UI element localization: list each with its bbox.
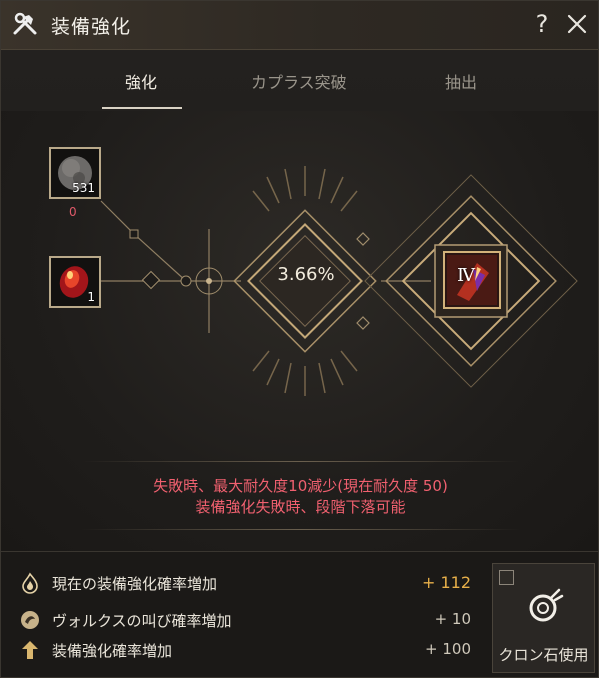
help-button[interactable]: ? bbox=[531, 10, 553, 38]
bonus-enhance-label: 装備強化確率増加 bbox=[52, 642, 173, 660]
tab-enhance[interactable]: 強化 bbox=[125, 69, 157, 93]
warning-durability: 失敗時、最大耐久度10減少(現在耐久度 50) bbox=[153, 477, 448, 495]
tab-caphras[interactable]: カプラス突破 bbox=[251, 69, 347, 93]
enhancement-window: 装備強化 ? 強化 カプラス突破 抽出 531 0 1 3.66% Ⅳ 失敗時、… bbox=[0, 0, 599, 678]
success-chance: 3.66% bbox=[277, 264, 335, 285]
target-grade-label: Ⅳ bbox=[457, 265, 475, 286]
black-stone-required: 0 bbox=[69, 205, 77, 219]
bonus-total-row: 現在の装備強化確率増加 + 112 bbox=[19, 570, 481, 596]
window-title: 装備強化 bbox=[51, 16, 132, 38]
cron-stone-button[interactable]: クロン石使用 bbox=[492, 563, 595, 673]
cron-stone-label: クロン石使用 bbox=[498, 646, 589, 664]
tab-bar: 強化 カプラス突破 抽出 bbox=[1, 49, 598, 112]
bonus-vell-label: ヴォルクスの叫び確率増加 bbox=[52, 612, 232, 630]
close-icon[interactable] bbox=[564, 10, 590, 38]
up-arrow-icon bbox=[22, 641, 38, 659]
warning-divider-bottom bbox=[81, 529, 521, 530]
bonus-enhance-row: 装備強化確率増加 + 100 bbox=[19, 637, 481, 663]
vell-cry-icon bbox=[21, 611, 39, 629]
crystal-count: 1 bbox=[87, 290, 95, 304]
cron-stone-checkbox[interactable] bbox=[499, 570, 514, 585]
bonus-vell-row: ヴォルクスの叫び確率増加 + 10 bbox=[19, 607, 481, 633]
title-bar[interactable]: 装備強化 ? bbox=[1, 1, 598, 50]
material-slot-black-stone[interactable]: 531 bbox=[49, 147, 101, 199]
bonus-vell-value: + 10 bbox=[434, 610, 471, 628]
tab-extract[interactable]: 抽出 bbox=[445, 69, 477, 93]
bonus-total-value: + 112 bbox=[421, 573, 471, 592]
target-item-slot[interactable]: Ⅳ bbox=[443, 251, 501, 309]
hammer-wrench-icon bbox=[13, 12, 37, 35]
black-stone-count: 531 bbox=[72, 181, 95, 195]
active-tab-indicator bbox=[102, 107, 182, 109]
bonus-total-label: 現在の装備強化確率増加 bbox=[52, 575, 218, 593]
flame-icon bbox=[22, 572, 38, 594]
warning-divider-top bbox=[81, 461, 521, 462]
cron-stone-icon bbox=[529, 588, 564, 622]
warning-downgrade: 装備強化失敗時、段階下落可能 bbox=[195, 498, 406, 516]
bonus-enhance-value: + 100 bbox=[425, 640, 471, 658]
material-slot-crystal[interactable]: 1 bbox=[49, 256, 101, 308]
